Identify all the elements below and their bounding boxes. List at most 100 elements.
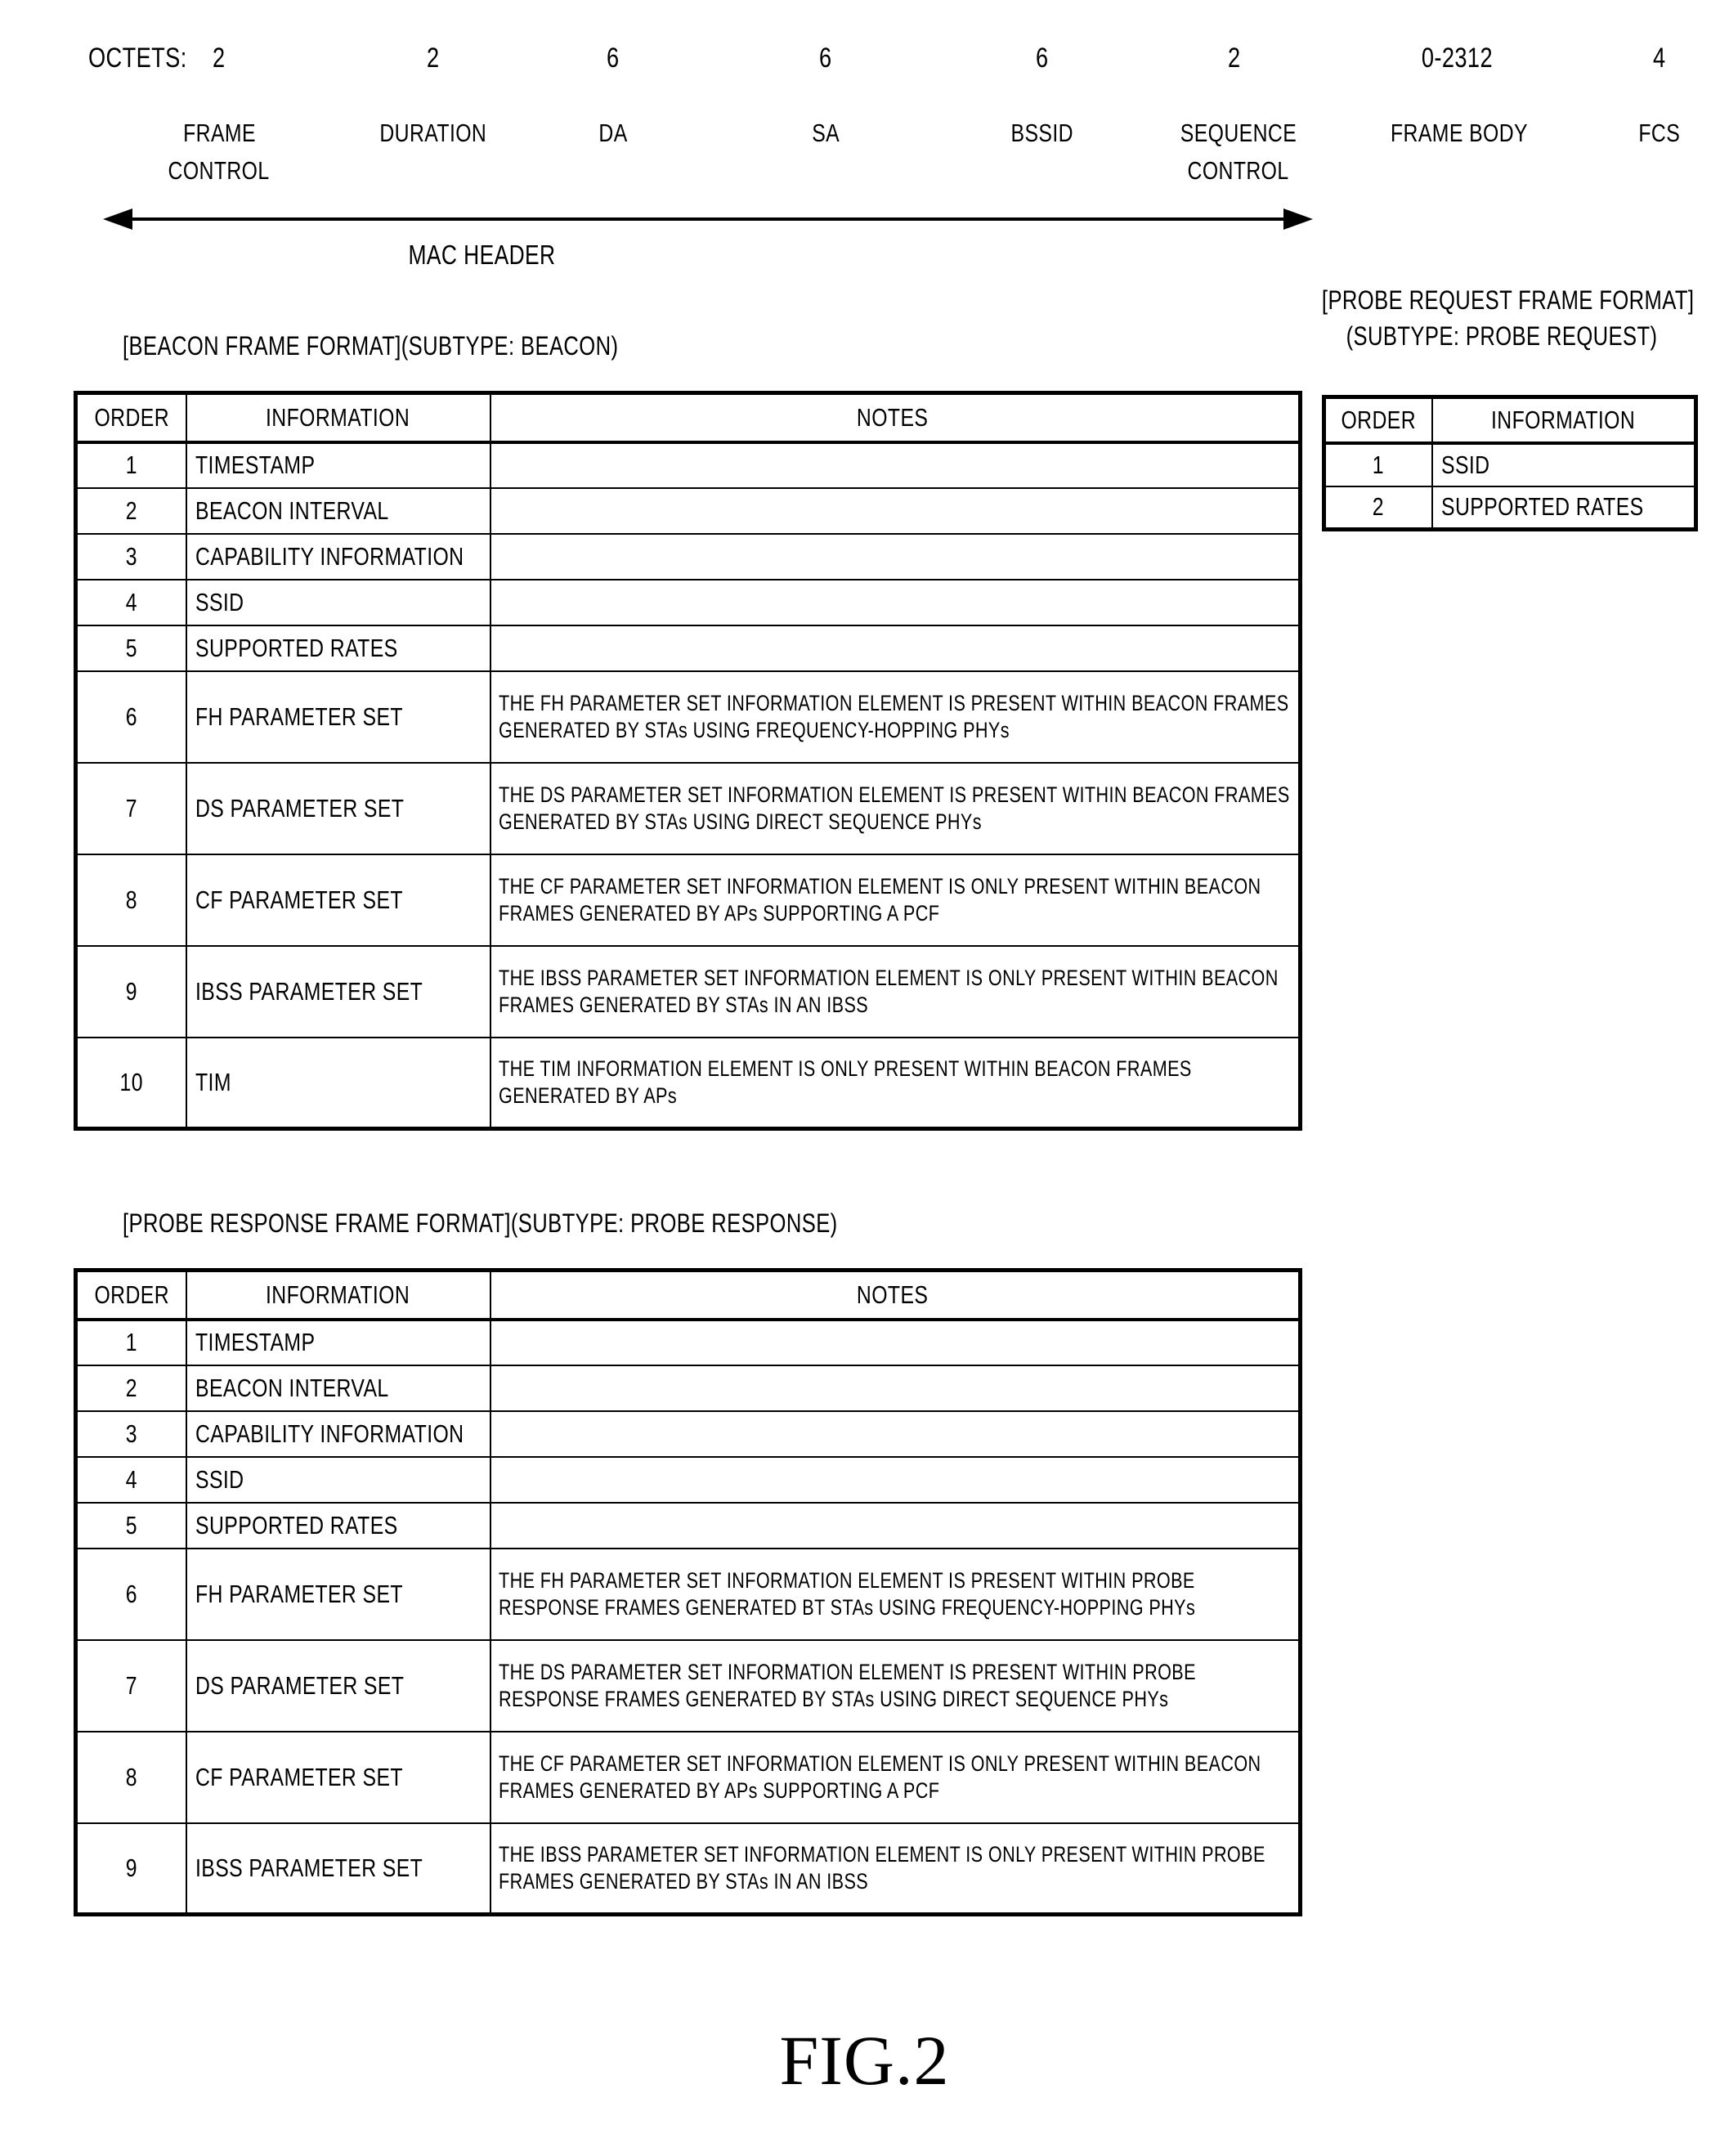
cell-information: IBSS PARAMETER SET (185, 1822, 491, 1916)
probe-request-table-caption: [PROBE REQUEST FRAME FORMAT] (SUBTYPE: P… (1321, 285, 1695, 351)
cell-notes (489, 578, 1301, 626)
table-header-row: ORDER INFORMATION NOTES (74, 1269, 1301, 1321)
table-row: 7 DS PARAMETER SET THE DS PARAMETER SET … (74, 1638, 1301, 1732)
cell-information: CF PARAMETER SET (185, 1730, 491, 1824)
cell-order: 3 (74, 1410, 187, 1458)
octet-count-duration: 2 (427, 43, 440, 74)
probe-response-table-caption: [PROBE RESPONSE FRAME FORMAT](SUBTYPE: P… (123, 1208, 838, 1238)
cell-notes: THE IBSS PARAMETER SET INFORMATION ELEME… (489, 1822, 1301, 1916)
table-row: 6 FH PARAMETER SET THE FH PARAMETER SET … (74, 1547, 1301, 1641)
cell-notes (489, 441, 1301, 489)
octet-count-da: 6 (607, 43, 620, 74)
cell-information: TIMESTAMP (185, 441, 491, 489)
cell-information: SUPPORTED RATES (1431, 485, 1697, 531)
beacon-frame-format-table: ORDER INFORMATION NOTES 1 TIMESTAMP 2 BE… (74, 391, 1302, 1131)
cell-notes: THE FH PARAMETER SET INFORMATION ELEMENT… (489, 1547, 1301, 1641)
cell-order: 1 (74, 1318, 187, 1366)
table-header-row: ORDER INFORMATION NOTES (74, 392, 1301, 444)
table-row: 10 TIM THE TIM INFORMATION ELEMENT IS ON… (74, 1036, 1301, 1130)
cell-order: 9 (74, 944, 187, 1038)
cell-notes: THE TIM INFORMATION ELEMENT IS ONLY PRES… (489, 1036, 1301, 1130)
mac-header-span-arrow (103, 208, 1313, 230)
mac-field-bssid: BSSID (1010, 119, 1074, 147)
cell-information: TIMESTAMP (185, 1318, 491, 1366)
cell-notes: THE IBSS PARAMETER SET INFORMATION ELEME… (489, 944, 1301, 1038)
table-row: 8 CF PARAMETER SET THE CF PARAMETER SET … (74, 853, 1301, 947)
cell-order: 4 (74, 578, 187, 626)
octet-count-frame-body: 0-2312 (1421, 43, 1493, 74)
column-header-order: ORDER (74, 1269, 187, 1321)
column-header-notes: NOTES (489, 392, 1301, 444)
cell-order: 10 (74, 1036, 187, 1130)
column-header-order: ORDER (74, 392, 187, 444)
cell-information: FH PARAMETER SET (185, 1547, 491, 1641)
cell-information: TIM (185, 1036, 491, 1130)
cell-information: SSID (1431, 442, 1697, 487)
column-header-notes: NOTES (489, 1269, 1301, 1321)
mac-field-sequence-control: SEQUENCE CONTROL (1180, 119, 1297, 185)
cell-notes (489, 486, 1301, 535)
cell-order: 7 (74, 761, 187, 855)
cell-order: 4 (74, 1455, 187, 1504)
cell-order: 7 (74, 1638, 187, 1732)
cell-order: 1 (1323, 442, 1433, 487)
cell-information: CAPABILITY INFORMATION (185, 1410, 491, 1458)
cell-notes (489, 1410, 1301, 1458)
mac-field-frame-control: FRAME CONTROL (168, 119, 271, 185)
cell-order: 6 (74, 1547, 187, 1641)
beacon-table-caption: [BEACON FRAME FORMAT](SUBTYPE: BEACON) (123, 331, 619, 361)
table-row: 7 DS PARAMETER SET THE DS PARAMETER SET … (74, 761, 1301, 855)
column-header-information: INFORMATION (185, 392, 491, 444)
cell-order: 9 (74, 1822, 187, 1916)
cell-information: BEACON INTERVAL (185, 1364, 491, 1412)
cell-information: SUPPORTED RATES (185, 1501, 491, 1549)
column-header-order: ORDER (1323, 396, 1433, 445)
cell-information: DS PARAMETER SET (185, 761, 491, 855)
table-row: 1 SSID (1323, 442, 1697, 487)
cell-information: CF PARAMETER SET (185, 853, 491, 947)
table-row: 3 CAPABILITY INFORMATION (74, 1410, 1301, 1458)
cell-order: 1 (74, 441, 187, 489)
cell-notes (489, 532, 1301, 580)
cell-notes: THE FH PARAMETER SET INFORMATION ELEMENT… (489, 670, 1301, 764)
mac-field-duration: DURATION (379, 119, 487, 147)
mac-field-frame-body: FRAME BODY (1391, 119, 1528, 147)
table-row: 3 CAPABILITY INFORMATION (74, 532, 1301, 580)
table-row: 2 BEACON INTERVAL (74, 1364, 1301, 1412)
cell-information: SSID (185, 578, 491, 626)
cell-information: BEACON INTERVAL (185, 486, 491, 535)
cell-information: CAPABILITY INFORMATION (185, 532, 491, 580)
cell-order: 6 (74, 670, 187, 764)
cell-notes (489, 1501, 1301, 1549)
cell-information: FH PARAMETER SET (185, 670, 491, 764)
column-header-information: INFORMATION (1431, 396, 1697, 445)
mac-field-da: DA (598, 119, 628, 147)
cell-information: SUPPORTED RATES (185, 624, 491, 672)
probe-request-frame-format-table: ORDER INFORMATION 1 SSID 2 SUPPORTED RAT… (1322, 395, 1698, 531)
mac-field-sa: SA (812, 119, 840, 147)
cell-notes (489, 624, 1301, 672)
table-row: 9 IBSS PARAMETER SET THE IBSS PARAMETER … (74, 944, 1301, 1038)
cell-information: IBSS PARAMETER SET (185, 944, 491, 1038)
cell-notes: THE DS PARAMETER SET INFORMATION ELEMENT… (489, 761, 1301, 855)
table-row: 8 CF PARAMETER SET THE CF PARAMETER SET … (74, 1730, 1301, 1824)
probe-response-frame-format-table: ORDER INFORMATION NOTES 1 TIMESTAMP 2 BE… (74, 1268, 1302, 1916)
table-row: 4 SSID (74, 1455, 1301, 1504)
mac-header-diagram: OCTETS: 2 2 6 6 6 2 0-2312 4 FRAME CONTRO… (0, 0, 1729, 270)
cell-notes: THE DS PARAMETER SET INFORMATION ELEMENT… (489, 1638, 1301, 1732)
cell-order: 5 (74, 1501, 187, 1549)
table-row: 9 IBSS PARAMETER SET THE IBSS PARAMETER … (74, 1822, 1301, 1916)
mac-header-span-label: MAC HEADER (408, 240, 557, 270)
table-row: 2 SUPPORTED RATES (1323, 485, 1697, 531)
octet-count-frame-control: 2 (213, 43, 226, 74)
cell-order: 2 (1323, 485, 1433, 531)
cell-order: 2 (74, 486, 187, 535)
mac-field-fcs: FCS (1638, 119, 1681, 147)
cell-notes: THE CF PARAMETER SET INFORMATION ELEMENT… (489, 1730, 1301, 1824)
cell-order: 5 (74, 624, 187, 672)
table-row: 2 BEACON INTERVAL (74, 486, 1301, 535)
cell-information: SSID (185, 1455, 491, 1504)
cell-notes (489, 1455, 1301, 1504)
cell-notes (489, 1318, 1301, 1366)
column-header-information: INFORMATION (185, 1269, 491, 1321)
